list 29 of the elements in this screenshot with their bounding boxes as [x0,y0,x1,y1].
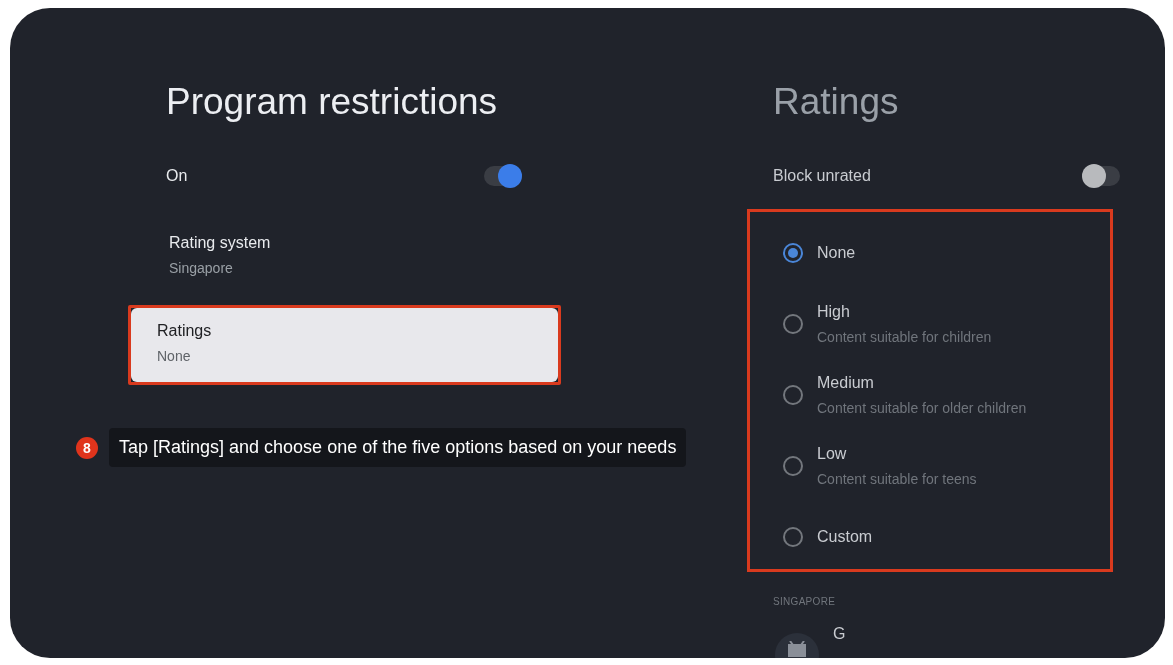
item-value: None [157,348,192,364]
toggle-switch[interactable] [484,166,522,186]
instruction-tooltip: Tap [Ratings] and choose one of the five options based on your needs [109,428,687,467]
option-label: Medium [817,373,875,392]
item-title: Rating system [169,234,272,252]
option-label: None [817,243,856,262]
option-description: Content suitable for teens [817,470,977,487]
option-description: Content suitable for older children [817,399,1027,416]
toggle-switch[interactable] [1082,166,1120,186]
item-title: Ratings [157,322,213,340]
radio-button[interactable] [783,526,803,547]
page-title: Ratings [773,80,900,124]
rating-label: G [833,625,846,644]
option-label: Custom [817,527,873,546]
radio-button[interactable] [783,242,803,263]
radio-button[interactable] [783,384,803,405]
section-header: SINGAPORE [773,596,837,607]
option-label: Low [817,444,848,463]
radio-button[interactable] [783,455,803,476]
option-description: Content suitable for children [817,328,992,345]
option-label: High [817,302,851,321]
page-title: Program restrictions [166,80,499,124]
radio-button[interactable] [783,313,803,334]
menu-item[interactable]: Ratings None [131,308,558,382]
setting-label: Block unrated [773,167,871,185]
setting-label: On [166,167,188,185]
item-value: Singapore [169,260,234,276]
menu-item[interactable]: Rating system Singapore [169,224,519,282]
step-badge: 8 [76,436,98,459]
